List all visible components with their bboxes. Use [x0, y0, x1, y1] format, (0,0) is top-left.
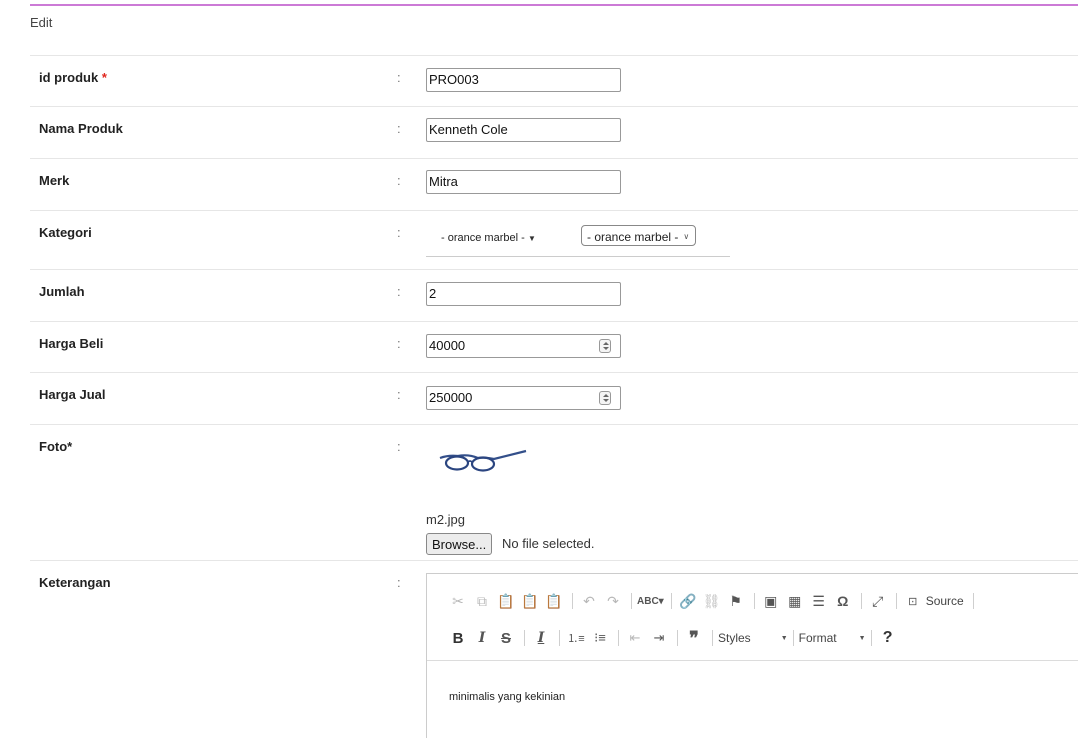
- format-dropdown[interactable]: Format ▼: [799, 631, 866, 645]
- separator: :: [397, 284, 401, 299]
- keterangan-label: Keterangan: [39, 575, 111, 590]
- special-char-icon[interactable]: Ω: [832, 591, 854, 611]
- row-merk: Merk : Mitra: [30, 158, 1078, 210]
- number-spinner-icon[interactable]: [599, 339, 611, 353]
- caret-down-icon[interactable]: ▼: [528, 234, 536, 243]
- jumlah-input[interactable]: 2: [426, 282, 621, 306]
- nama-produk-label: Nama Produk: [39, 121, 123, 136]
- caret-down-icon: ▼: [780, 634, 788, 642]
- harga-beli-label: Harga Beli: [39, 336, 104, 351]
- product-photo-glasses: [439, 449, 527, 472]
- paste-text-icon[interactable]: 📋: [519, 591, 541, 611]
- format-label: Format: [798, 631, 837, 645]
- current-file-name: m2.jpg: [426, 512, 466, 527]
- paste-word-icon[interactable]: 📋: [543, 591, 565, 611]
- row-harga-jual: Harga Jual : 250000: [30, 372, 1078, 424]
- row-kategori: Kategori : - orance marbel - ▼ - orance …: [30, 210, 1078, 269]
- id-produk-input[interactable]: PRO003: [426, 68, 621, 92]
- merk-input[interactable]: Mitra: [426, 170, 621, 194]
- separator: :: [397, 121, 401, 136]
- separator: :: [397, 225, 401, 240]
- help-button[interactable]: ?: [877, 628, 899, 648]
- cut-icon[interactable]: ✂: [447, 591, 469, 611]
- link-icon[interactable]: 🔗: [677, 591, 699, 611]
- browse-button[interactable]: Browse...: [426, 533, 493, 555]
- harga-jual-label: Harga Jual: [39, 387, 106, 402]
- styles-dropdown[interactable]: Styles ▼: [718, 631, 788, 645]
- spellcheck-icon[interactable]: ABC▾: [637, 591, 664, 611]
- rich-text-editor: ✂ ⧉ 📋 📋 📋 ↶ ↷ ABC▾ 🔗 ⛓ ⚑ ▣ ▦ ☰ Ω ⤢ ⊡ Sou…: [426, 573, 1078, 738]
- indent-icon[interactable]: ⇥: [648, 628, 670, 648]
- blockquote-icon[interactable]: ❞: [683, 628, 705, 648]
- unlink-icon[interactable]: ⛓: [701, 591, 723, 611]
- bulleted-list-icon[interactable]: ⁝≡: [589, 628, 611, 648]
- row-jumlah: Jumlah : 2: [30, 269, 1078, 321]
- source-icon[interactable]: ⊡: [902, 591, 924, 611]
- row-foto: Foto* : m2.jpg Browse... No file selecte…: [30, 424, 1078, 560]
- row-harga-beli: Harga Beli : 40000: [30, 321, 1078, 372]
- redo-icon[interactable]: ↷: [602, 591, 624, 611]
- separator: :: [397, 439, 401, 454]
- source-button[interactable]: Source: [926, 594, 964, 608]
- bold-icon[interactable]: B: [447, 628, 469, 648]
- italic-icon[interactable]: I: [471, 628, 493, 648]
- paste-icon[interactable]: 📋: [495, 591, 517, 611]
- undo-icon[interactable]: ↶: [578, 591, 600, 611]
- jumlah-label: Jumlah: [39, 284, 85, 299]
- nama-produk-input[interactable]: Kenneth Cole: [426, 118, 621, 142]
- editor-content-area[interactable]: minimalis yang kekinian: [427, 660, 1078, 739]
- kategori-label: Kategori: [39, 225, 92, 240]
- row-nama-produk: Nama Produk : Kenneth Cole: [30, 106, 1078, 158]
- kategori-dropdown-display[interactable]: - orance marbel -: [441, 232, 525, 244]
- copy-icon[interactable]: ⧉: [471, 591, 493, 611]
- separator: :: [397, 173, 401, 188]
- required-marker: *: [101, 70, 107, 85]
- harga-beli-input[interactable]: 40000: [426, 334, 621, 358]
- editor-content-text: minimalis yang kekinian: [449, 691, 566, 703]
- page-title: Edit: [30, 15, 53, 30]
- strikethrough-icon[interactable]: S: [495, 628, 517, 648]
- kategori-dropdown-wrapper: - orance marbel - ▼ - orance marbel - ∨: [426, 222, 730, 257]
- separator: :: [397, 575, 401, 590]
- edit-form: id produk * : PRO003 Nama Produk : Kenne…: [30, 55, 1078, 740]
- horizontal-line-icon[interactable]: ☰: [808, 591, 830, 611]
- outdent-icon[interactable]: ⇤: [624, 628, 646, 648]
- table-icon[interactable]: ▦: [784, 591, 806, 611]
- id-produk-label: id produk *: [39, 70, 107, 85]
- editor-toolbar-row-2: B I S I ⒈≡ ⁝≡ ⇤ ⇥ ❞ Styles ▼ Format ▼ ?: [447, 628, 901, 648]
- image-icon[interactable]: ▣: [760, 591, 782, 611]
- numbered-list-icon[interactable]: ⒈≡: [565, 628, 587, 648]
- no-file-status: No file selected.: [502, 536, 595, 551]
- number-spinner-icon[interactable]: [599, 391, 611, 405]
- separator: :: [397, 336, 401, 351]
- row-id-produk: id produk * : PRO003: [30, 55, 1078, 106]
- remove-format-icon[interactable]: I: [530, 628, 552, 648]
- separator: :: [397, 387, 401, 402]
- foto-label: Foto*: [39, 439, 73, 454]
- anchor-icon[interactable]: ⚑: [725, 591, 747, 611]
- kategori-select[interactable]: - orance marbel - ∨: [581, 225, 697, 246]
- row-keterangan: Keterangan : ✂ ⧉ 📋 📋 📋 ↶ ↷ ABC▾ 🔗 ⛓ ⚑ ▣ …: [30, 560, 1078, 740]
- editor-toolbar-row-1: ✂ ⧉ 📋 📋 📋 ↶ ↷ ABC▾ 🔗 ⛓ ⚑ ▣ ▦ ☰ Ω ⤢ ⊡ Sou…: [447, 591, 979, 611]
- maximize-icon[interactable]: ⤢: [867, 591, 889, 611]
- separator: :: [397, 70, 401, 85]
- caret-down-icon: ▼: [858, 634, 866, 642]
- harga-jual-input[interactable]: 250000: [426, 386, 621, 410]
- chevron-down-icon: ∨: [683, 232, 690, 241]
- top-accent-line: [30, 4, 1078, 6]
- styles-label: Styles: [718, 631, 751, 645]
- merk-label: Merk: [39, 173, 70, 188]
- kategori-select-value: - orance marbel -: [587, 229, 679, 244]
